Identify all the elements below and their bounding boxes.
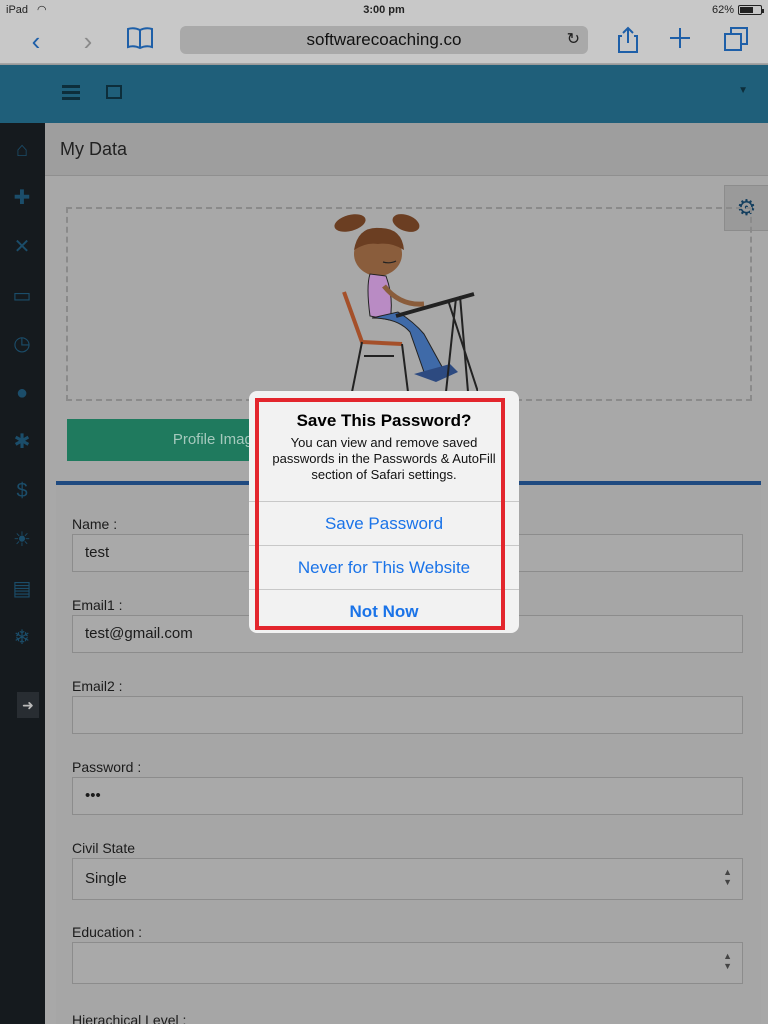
book-icon: [127, 27, 153, 50]
home-icon[interactable]: ⌂: [7, 135, 37, 165]
new-tab-button[interactable]: [664, 26, 696, 56]
save-password-dialog: Save This Password? You can view and rem…: [249, 391, 519, 633]
never-for-this-website-button[interactable]: Never for This Website: [249, 545, 519, 589]
settings-icon[interactable]: ✱: [7, 427, 37, 457]
sun-icon[interactable]: ☀: [7, 525, 37, 555]
clipboard-icon[interactable]: ▤: [7, 574, 37, 604]
tools-icon[interactable]: ✕: [7, 232, 37, 262]
name-label: Name :: [72, 516, 118, 532]
select-arrows-icon: ▲ ▼: [723, 867, 732, 887]
dialog-message: You can view and remove saved passwords …: [272, 435, 496, 482]
email1-label: Email1 :: [72, 597, 123, 613]
alarm-icon[interactable]: ◷: [7, 329, 37, 359]
hierarchical-level-label: Hierachical Level :: [72, 1012, 187, 1024]
tabs-icon: [724, 27, 748, 51]
sidebar: ⌂ ✚ ✕ ▭ ◷ ● ✱ $ ☀ ▤ ❄ ➜: [0, 123, 45, 1024]
plus-icon: [670, 28, 690, 48]
book-icon[interactable]: ▭: [7, 281, 37, 311]
back-button[interactable]: ‹: [20, 26, 52, 56]
status-time: 3:00 pm: [363, 4, 405, 16]
snowflake-icon[interactable]: ❄: [7, 623, 37, 653]
battery-percentage: 62%: [711, 4, 734, 16]
email2-field[interactable]: [72, 696, 743, 734]
fullscreen-icon[interactable]: [106, 85, 122, 99]
education-select[interactable]: ▲ ▼: [72, 942, 743, 984]
page-title-bar: My Data: [45, 123, 768, 176]
civil-state-value: Single: [85, 870, 127, 887]
share-icon: [618, 26, 638, 53]
address-bar[interactable]: softwarecoaching.co ↻: [180, 26, 588, 54]
education-label: Education :: [72, 924, 143, 940]
logout-icon[interactable]: ➜: [17, 692, 39, 718]
menu-icon[interactable]: [62, 85, 80, 103]
battery-icon: [738, 5, 764, 15]
profile-illustration: [334, 214, 478, 392]
bookmarks-button[interactable]: [124, 26, 156, 56]
forward-button[interactable]: ›: [72, 26, 104, 56]
dialog-title: Save This Password?: [296, 411, 472, 430]
add-user-icon[interactable]: ✚: [7, 183, 37, 213]
page-title: My Data: [60, 139, 128, 159]
tabs-button[interactable]: [720, 26, 752, 56]
dollar-icon[interactable]: $: [7, 476, 37, 506]
dialog-header: Save This Password? You can view and rem…: [249, 391, 519, 501]
chevron-down-icon[interactable]: ▼: [738, 85, 748, 96]
password-field[interactable]: •••: [72, 777, 743, 815]
share-button[interactable]: [612, 26, 644, 56]
ios-status-bar: iPad ◠ 3:00 pm 62%: [0, 0, 768, 20]
civil-state-select[interactable]: Single ▲ ▼: [72, 858, 743, 900]
email2-label: Email2 :: [72, 678, 123, 694]
url-text: softwarecoaching.co: [306, 30, 462, 49]
select-arrows-icon: ▲ ▼: [723, 951, 732, 971]
not-now-button[interactable]: Not Now: [249, 589, 519, 633]
app-header: ▼: [0, 65, 768, 123]
user-icon[interactable]: ●: [7, 378, 37, 408]
save-password-button[interactable]: Save Password: [249, 501, 519, 545]
safari-toolbar: ‹ › softwarecoaching.co ↻: [0, 20, 768, 64]
reload-icon[interactable]: ↻: [567, 26, 580, 54]
civil-state-label: Civil State: [72, 840, 136, 856]
password-label: Password :: [72, 759, 142, 775]
